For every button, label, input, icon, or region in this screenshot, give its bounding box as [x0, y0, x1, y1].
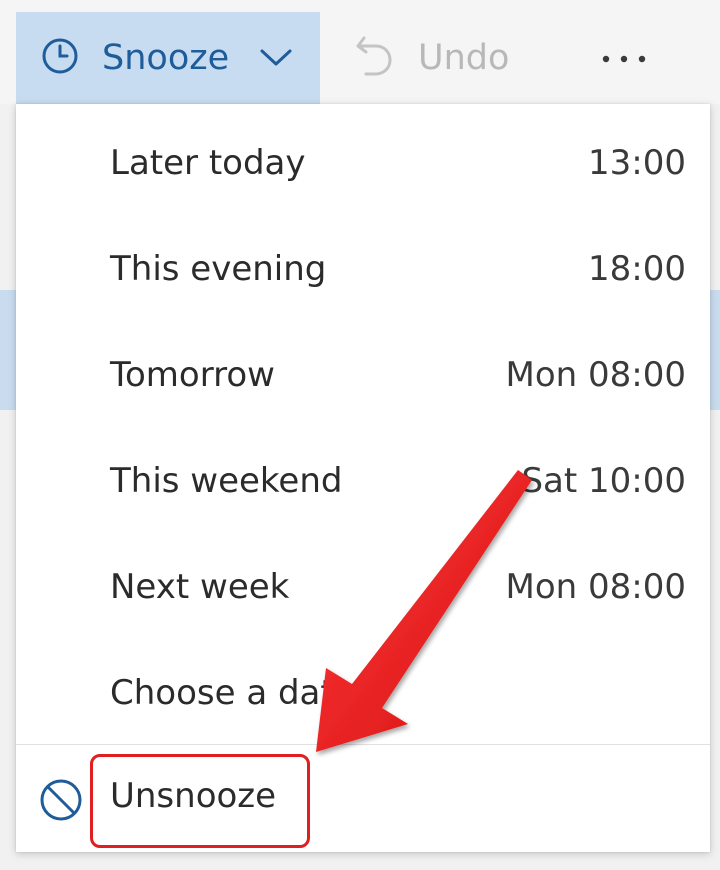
- snooze-option-time: 13:00: [588, 143, 686, 183]
- undo-label: Undo: [418, 38, 510, 78]
- snooze-button[interactable]: Snooze: [16, 12, 320, 104]
- unsnooze-label: Unsnooze: [110, 776, 277, 816]
- snooze-option-later-today[interactable]: Later today 13:00: [16, 110, 710, 216]
- undo-button[interactable]: Undo: [354, 12, 509, 104]
- snooze-option-time: Sat 10:00: [521, 461, 686, 501]
- more-options-button[interactable]: [586, 12, 662, 104]
- snooze-option-label: This weekend: [110, 461, 343, 501]
- snooze-option-time: Mon 08:00: [505, 355, 686, 395]
- unsnooze-button[interactable]: Unsnooze: [16, 748, 710, 848]
- snooze-label: Snooze: [102, 38, 230, 78]
- undo-icon: [354, 34, 394, 82]
- snooze-option-label: Choose a date: [110, 673, 355, 713]
- snooze-option-time: 18:00: [588, 249, 686, 289]
- snooze-option-tomorrow[interactable]: Tomorrow Mon 08:00: [16, 322, 710, 428]
- clock-icon: [40, 36, 80, 80]
- snooze-option-label: Tomorrow: [110, 355, 275, 395]
- toolbar: Snooze Undo: [0, 0, 720, 104]
- snooze-option-next-week[interactable]: Next week Mon 08:00: [16, 534, 710, 640]
- snooze-option-this-weekend[interactable]: This weekend Sat 10:00: [16, 428, 710, 534]
- chevron-down-icon: [259, 48, 293, 68]
- menu-divider: [16, 744, 710, 745]
- more-icon: [601, 49, 647, 68]
- snooze-option-label: This evening: [110, 249, 327, 289]
- prohibited-icon: [38, 777, 84, 827]
- outlook-snooze-screen: Snooze Undo Later today 13:00 This eveni…: [0, 0, 720, 870]
- snooze-option-choose-date[interactable]: Choose a date: [16, 640, 710, 746]
- snooze-menu: Later today 13:00 This evening 18:00 Tom…: [16, 104, 710, 852]
- snooze-option-label: Next week: [110, 567, 290, 607]
- snooze-option-this-evening[interactable]: This evening 18:00: [16, 216, 710, 322]
- snooze-option-time: Mon 08:00: [505, 567, 686, 607]
- snooze-option-label: Later today: [110, 143, 306, 183]
